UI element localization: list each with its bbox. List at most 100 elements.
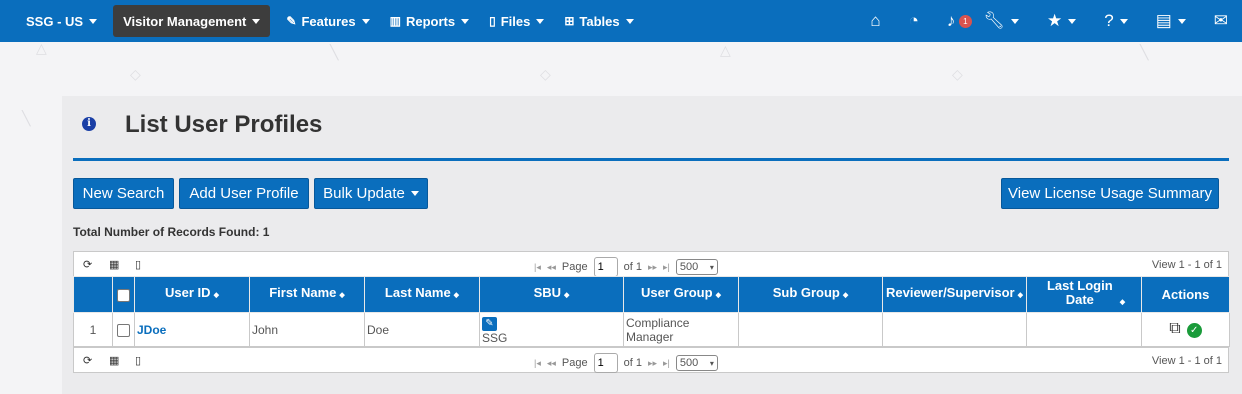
help-menu[interactable]: ?	[1090, 0, 1141, 42]
tools-menu[interactable]: 🔧︎	[969, 0, 1033, 42]
background-shape: ╲	[22, 110, 31, 126]
header-user-id[interactable]: User ID ◆	[134, 276, 250, 313]
nav-features[interactable]: ✎ Features	[276, 0, 379, 42]
page-of-label: of 1	[623, 357, 642, 369]
prev-page-icon[interactable]: ◂◂	[547, 358, 556, 369]
reviewer-cell	[882, 312, 1027, 347]
refresh-icon[interactable]: ⟳	[83, 258, 92, 271]
export-icon[interactable]: ▯	[135, 354, 141, 367]
last-login-cell	[1026, 312, 1142, 347]
chevron-down-icon: ▾	[709, 262, 714, 272]
select-all-checkbox[interactable]	[117, 288, 130, 302]
nav-ssg-us[interactable]: SSG - US	[16, 0, 107, 42]
nav-visitor-management[interactable]: Visitor Management	[113, 5, 271, 37]
first-name-cell: John	[249, 312, 365, 347]
top-navbar: SSG - US Visitor Management ✎ Features ▥ R…	[0, 0, 1242, 42]
dashboard-icon[interactable]: ◔	[895, 0, 933, 42]
new-search-button[interactable]: New Search	[73, 178, 174, 209]
notifications-button[interactable]: ♪ 1	[933, 0, 972, 42]
bulk-update-button[interactable]: Bulk Update	[314, 178, 428, 209]
nav-label: SSG - US	[26, 13, 84, 29]
file-icon: ▯	[489, 14, 496, 28]
nav-label: Reports	[405, 13, 456, 29]
page-input[interactable]	[593, 257, 618, 277]
rows-per-page-value: 500	[679, 357, 699, 369]
next-page-icon[interactable]: ▸▸	[648, 358, 657, 369]
row-number-header	[73, 276, 113, 313]
copy-icon[interactable]: ⧉	[1169, 320, 1180, 336]
header-last-name[interactable]: Last Name ◆	[364, 276, 480, 313]
caret-down-icon	[461, 18, 470, 24]
header-last-login-date[interactable]: Last Login Date ◆	[1026, 276, 1142, 313]
nav-files[interactable]: ▯ Files	[479, 0, 554, 42]
header-reviewer-supervisor[interactable]: Reviewer/Supervisor ◆	[882, 276, 1027, 313]
header-user-group[interactable]: User Group ◆	[623, 276, 739, 313]
row-number: 1	[73, 312, 113, 347]
book-icon: ▤	[1155, 11, 1172, 30]
sort-icon: ◆	[1119, 299, 1126, 306]
last-page-icon[interactable]: ▸|	[663, 358, 670, 369]
refresh-icon[interactable]: ⟳	[83, 354, 92, 367]
first-page-icon[interactable]: |◂	[534, 262, 541, 273]
sbu-value: SSG	[482, 330, 508, 345]
rows-per-page-select[interactable]: 500 ▾	[675, 259, 718, 275]
home-icon[interactable]: ⌂	[856, 0, 894, 42]
edit-icon[interactable]: ✎	[482, 316, 497, 331]
nav-tables[interactable]: ⊞ Tables	[554, 0, 643, 42]
nav-reports[interactable]: ▥ Reports	[380, 0, 479, 42]
rows-per-page-select[interactable]: 500 ▾	[675, 355, 718, 371]
header-label: Last Login Date	[1046, 278, 1113, 307]
header-label: Sub Group	[772, 285, 840, 300]
header-label: SBU	[533, 285, 562, 300]
check-circle-icon[interactable]: ✓	[1186, 322, 1202, 338]
actions-cell: ⧉ ✓	[1141, 312, 1230, 347]
sort-icon: ◆	[715, 292, 721, 299]
header-label: First Name	[269, 285, 337, 300]
info-icon[interactable]: i	[82, 117, 96, 131]
columns-icon[interactable]: ▦	[109, 354, 119, 367]
user-group-cell: Compliance Manager	[623, 312, 739, 347]
caret-down-icon	[1010, 18, 1019, 24]
favorites-menu[interactable]: ★	[1033, 0, 1090, 42]
caret-down-icon	[625, 18, 634, 24]
row-checkbox[interactable]	[117, 323, 130, 337]
add-user-profile-button[interactable]: Add User Profile	[179, 178, 309, 209]
caret-down-icon	[1177, 18, 1186, 24]
caret-down-icon	[1119, 18, 1128, 24]
nav-label: Features	[301, 13, 356, 29]
sbu-cell: ✎ SSG	[479, 312, 624, 347]
background-shape: ╲	[1140, 44, 1149, 60]
last-page-icon[interactable]: ▸|	[663, 262, 670, 273]
background-shape: ◇	[952, 66, 963, 82]
page-input[interactable]	[593, 353, 618, 373]
header-label: User ID	[165, 285, 211, 300]
header-sub-group[interactable]: Sub Group ◆	[738, 276, 883, 313]
view-license-usage-button[interactable]: View License Usage Summary	[1001, 178, 1219, 209]
button-label: New Search	[82, 185, 165, 202]
table-row[interactable]: 1 JDoe John Doe ✎ SSG Compliance Manager …	[73, 312, 1230, 347]
background-shape: △	[36, 40, 47, 56]
nav-label: Files	[500, 13, 531, 29]
envelope-icon[interactable]: ✉	[1200, 0, 1242, 42]
table-icon: ⊞	[564, 14, 575, 28]
chevron-down-icon: ▾	[709, 358, 714, 368]
sort-icon: ◆	[564, 292, 570, 299]
sort-icon: ◆	[339, 292, 345, 299]
header-sbu[interactable]: SBU ◆	[479, 276, 624, 313]
next-page-icon[interactable]: ▸▸	[648, 262, 657, 273]
user-id-link[interactable]: JDoe	[137, 323, 166, 337]
export-icon[interactable]: ▯	[135, 258, 141, 271]
caret-down-icon	[252, 18, 261, 24]
page-of-label: of 1	[623, 261, 642, 273]
page-label: Page	[561, 261, 588, 273]
button-label: View License Usage Summary	[1008, 185, 1212, 202]
first-page-icon[interactable]: |◂	[534, 358, 541, 369]
select-all-header	[112, 276, 135, 313]
view-records-text: View 1 - 1 of 1	[1151, 355, 1222, 367]
book-menu[interactable]: ▤	[1142, 0, 1200, 42]
page-label: Page	[561, 357, 588, 369]
pagination: |◂ ◂◂ Page of 1 ▸▸ ▸| 500 ▾	[534, 257, 718, 277]
columns-icon[interactable]: ▦	[109, 258, 119, 271]
prev-page-icon[interactable]: ◂◂	[547, 262, 556, 273]
header-first-name[interactable]: First Name ◆	[249, 276, 365, 313]
